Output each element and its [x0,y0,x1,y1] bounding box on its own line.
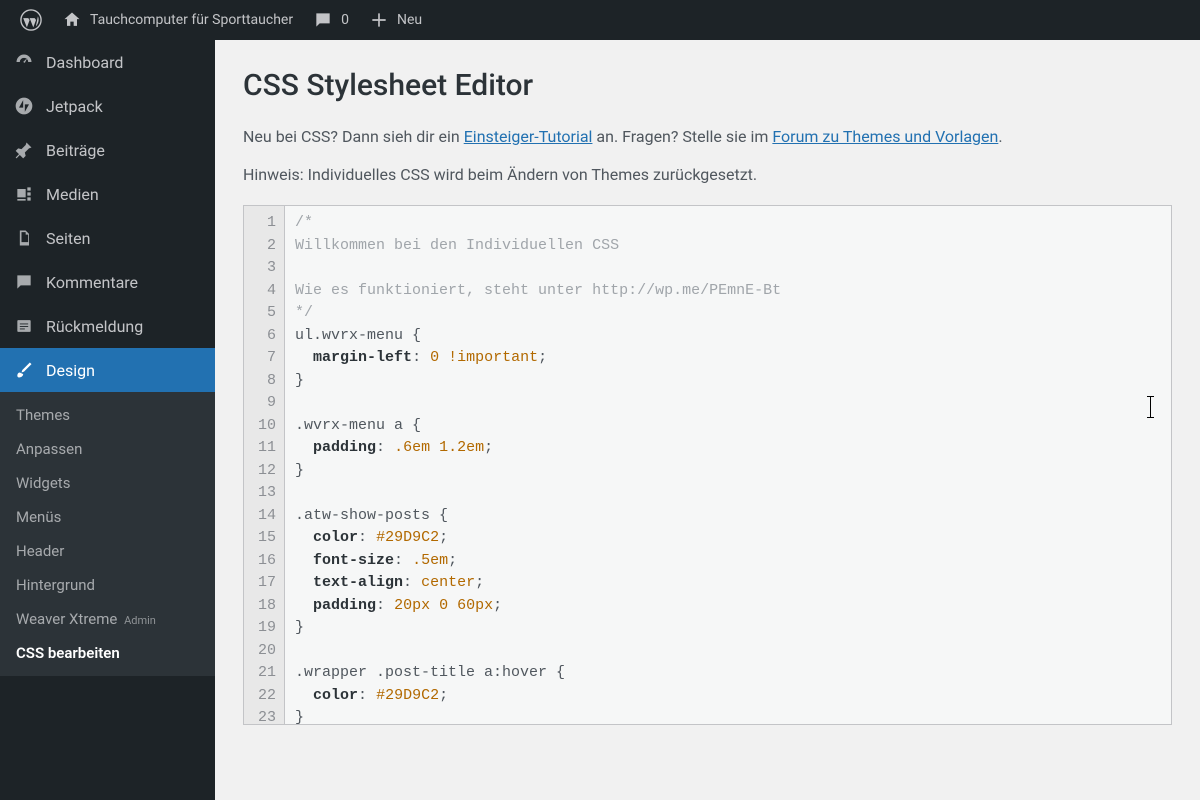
submenu-item-header[interactable]: Header [0,534,215,568]
sidebar-item-label: Dashboard [46,53,123,72]
wp-logo-menu[interactable] [10,0,52,40]
new-label: Neu [397,12,422,28]
tutorial-link[interactable]: Einsteiger-Tutorial [464,127,593,146]
text-cursor-icon [1150,396,1151,418]
plus-icon [369,10,389,30]
sidebar-item-pages[interactable]: Seiten [0,216,215,260]
line-gutter: 1234567891011121314151617181920212223 [244,206,285,724]
submenu-item-background[interactable]: Hintergrund [0,568,215,602]
sidebar-item-label: Seiten [46,229,90,248]
site-link[interactable]: Tauchcomputer für Sporttaucher [52,0,303,40]
design-submenu: Themes Anpassen Widgets Menüs Header Hin… [0,392,215,676]
forum-link[interactable]: Forum zu Themes und Vorlagen [772,127,998,146]
feedback-icon [14,316,34,336]
sidebar-item-feedback[interactable]: Rückmeldung [0,304,215,348]
sidebar-item-label: Kommentare [46,273,138,292]
sidebar-item-label: Beiträge [46,141,105,160]
submenu-item-customize[interactable]: Anpassen [0,432,215,466]
pages-icon [14,228,34,248]
sidebar-item-jetpack[interactable]: Jetpack [0,84,215,128]
dashboard-icon [14,52,34,72]
hint-paragraph: Hinweis: Individuelles CSS wird beim Änd… [243,163,1172,187]
wordpress-icon [20,9,42,31]
sidebar-item-label: Rückmeldung [46,317,143,336]
admin-sidebar: Dashboard Jetpack Beiträge Medien Seiten… [0,40,215,800]
submenu-item-menus[interactable]: Menüs [0,500,215,534]
sidebar-item-comments[interactable]: Kommentare [0,260,215,304]
sidebar-item-label: Design [46,361,95,380]
jetpack-icon [14,96,34,116]
new-content-link[interactable]: Neu [359,0,432,40]
sidebar-item-label: Medien [46,185,99,204]
comments-icon [14,272,34,292]
sidebar-item-design[interactable]: Design [0,348,215,392]
submenu-item-weaver[interactable]: Weaver Xtreme Admin [0,602,215,636]
sidebar-item-media[interactable]: Medien [0,172,215,216]
submenu-item-css-edit[interactable]: CSS bearbeiten [0,636,215,670]
brush-icon [14,360,34,380]
comment-icon [313,10,333,30]
site-title: Tauchcomputer für Sporttaucher [90,12,293,28]
main-content: CSS Stylesheet Editor Neu bei CSS? Dann … [215,40,1200,800]
css-editor[interactable]: 1234567891011121314151617181920212223 /*… [243,205,1172,725]
media-icon [14,184,34,204]
comments-count: 0 [341,12,349,28]
pin-icon [14,140,34,160]
sidebar-item-posts[interactable]: Beiträge [0,128,215,172]
comments-link[interactable]: 0 [303,0,359,40]
admin-topbar: Tauchcomputer für Sporttaucher 0 Neu [0,0,1200,40]
code-area[interactable]: /*Willkommen bei den Individuellen CSSWi… [285,206,1171,724]
submenu-item-widgets[interactable]: Widgets [0,466,215,500]
home-icon [62,10,82,30]
intro-paragraph: Neu bei CSS? Dann sieh dir ein Einsteige… [243,125,1172,149]
submenu-item-themes[interactable]: Themes [0,398,215,432]
page-title: CSS Stylesheet Editor [243,68,1172,103]
sidebar-item-dashboard[interactable]: Dashboard [0,40,215,84]
sidebar-item-label: Jetpack [46,97,103,116]
